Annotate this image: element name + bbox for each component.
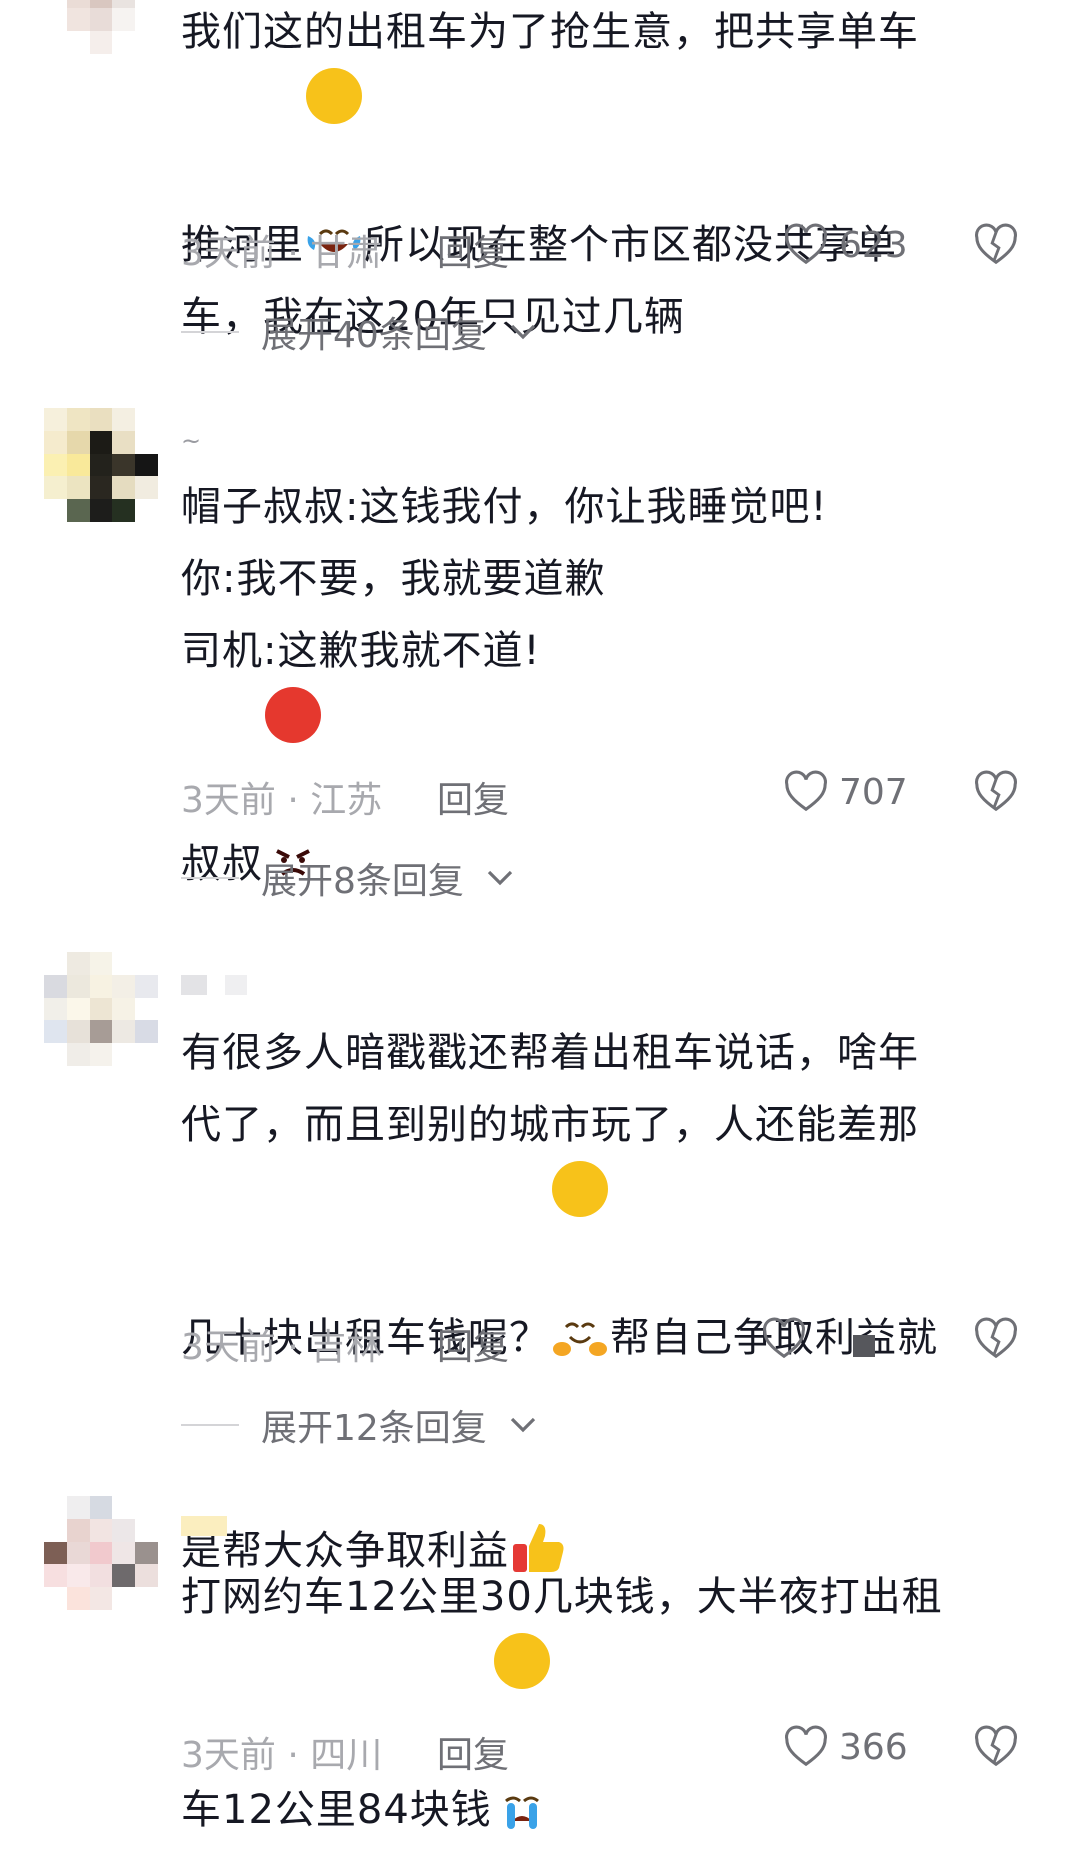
broken-heart-icon [975, 770, 1017, 812]
avatar[interactable] [44, 952, 158, 1066]
chevron-down-icon [510, 324, 535, 340]
comment-meta: 3天前 · 甘肃 回复 623 [181, 222, 1021, 277]
nickname-blur [225, 975, 247, 995]
crying-face-emoji [493, 1633, 550, 1829]
heart-outline-icon [785, 1725, 827, 1767]
nickname[interactable] [181, 974, 247, 996]
comment-meta: 3天前 · 吉林 回复 [181, 1316, 1021, 1371]
time-location: 3天前 · 江苏 [181, 780, 383, 821]
divider [181, 877, 239, 879]
comment-meta: 3天前 · 江苏 回复 707 [181, 769, 1021, 824]
expand-label: 展开40条回复 [261, 315, 487, 356]
reply-button[interactable]: 回复 [437, 771, 509, 823]
dislike-button[interactable] [973, 222, 1019, 277]
avatar[interactable] [44, 1496, 158, 1610]
comment-text: 有很多人暗戳戳还帮着出租车说话，啥年 代了，而且到别的城市玩了，人还能差那 几十… [181, 1017, 1031, 1587]
comment-line: 你:我不要，我就要道歉 [181, 556, 606, 602]
expand-replies-button[interactable]: 展开12条回复 [181, 1400, 537, 1450]
laughing-tears-emoji [306, 68, 362, 252]
dislike-button[interactable] [973, 1724, 1019, 1779]
broken-heart-icon [975, 223, 1017, 265]
comment-line: 司机:这歉我就不道! [181, 628, 541, 674]
avatar[interactable] [44, 408, 158, 522]
divider [181, 331, 239, 333]
broken-heart-icon [975, 1317, 1017, 1359]
like-count: 366 [839, 1726, 908, 1768]
divider [181, 1424, 239, 1426]
expand-replies-button[interactable]: 展开40条回复 [181, 307, 537, 357]
time-location: 3天前 · 甘肃 [181, 233, 383, 274]
expand-label: 展开8条回复 [261, 861, 464, 902]
heart-outline-icon [763, 1317, 805, 1359]
like-count: 707 [839, 771, 908, 813]
reply-button[interactable]: 回复 [437, 1318, 509, 1370]
like-button[interactable]: 366 [783, 1724, 908, 1770]
comment-text: 打网约车12公里30几块钱，大半夜打出租 车12公里84块钱 [181, 1561, 1031, 1846]
like-count: 623 [839, 224, 908, 266]
smiling-hug-emoji [552, 1161, 608, 1356]
angry-face-emoji [265, 687, 321, 876]
comment-text: 帽子叔叔:这钱我付，你让我睡觉吧! 你:我不要，我就要道歉 司机:这歉我就不道!… [181, 471, 1031, 900]
nickname[interactable]: ~ [181, 427, 201, 455]
like-button[interactable]: 623 [783, 222, 908, 268]
chevron-down-icon [510, 1417, 535, 1433]
comment-line: 帽子叔叔:这钱我付，你让我睡觉吧! [181, 484, 828, 530]
dislike-button[interactable] [973, 769, 1019, 824]
expand-replies-button[interactable]: 展开8条回复 [181, 853, 514, 903]
like-button[interactable]: 707 [783, 769, 908, 815]
reply-button[interactable]: 回复 [437, 224, 509, 276]
like-count-blur [853, 1335, 875, 1357]
nickname[interactable] [181, 1515, 227, 1537]
reply-button[interactable]: 回复 [437, 1726, 509, 1778]
time-location: 3天前 · 吉林 [181, 1327, 383, 1368]
nickname-blur [181, 1516, 227, 1536]
comment-line: 代了，而且到别的城市玩了，人还能差那 [181, 1102, 919, 1148]
broken-heart-icon [975, 1725, 1017, 1767]
heart-outline-icon [785, 223, 827, 265]
comment-meta: 3天前 · 四川 回复 366 [181, 1724, 1021, 1779]
comment-line: 车12公里84块钱 [181, 1787, 492, 1833]
like-button[interactable] [761, 1316, 875, 1362]
avatar[interactable] [44, 0, 158, 54]
dislike-button[interactable] [973, 1316, 1019, 1371]
chevron-down-icon [487, 870, 513, 886]
nickname-blur [181, 975, 207, 995]
comment-line: 打网约车12公里30几块钱，大半夜打出租 [181, 1574, 943, 1620]
comment-line: 我们这的出租车为了抢生意，把共享单车 [181, 9, 919, 55]
heart-outline-icon [785, 770, 827, 812]
expand-label: 展开12条回复 [261, 1408, 487, 1449]
time-location: 3天前 · 四川 [181, 1735, 383, 1776]
comment-text: 我们这的出租车为了抢生意，把共享单车 推河里 所以现在整个市区都没共享单 车，我… [181, 0, 1031, 353]
comment-line: 有很多人暗戳戳还帮着出租车说话，啥年 [181, 1030, 919, 1076]
